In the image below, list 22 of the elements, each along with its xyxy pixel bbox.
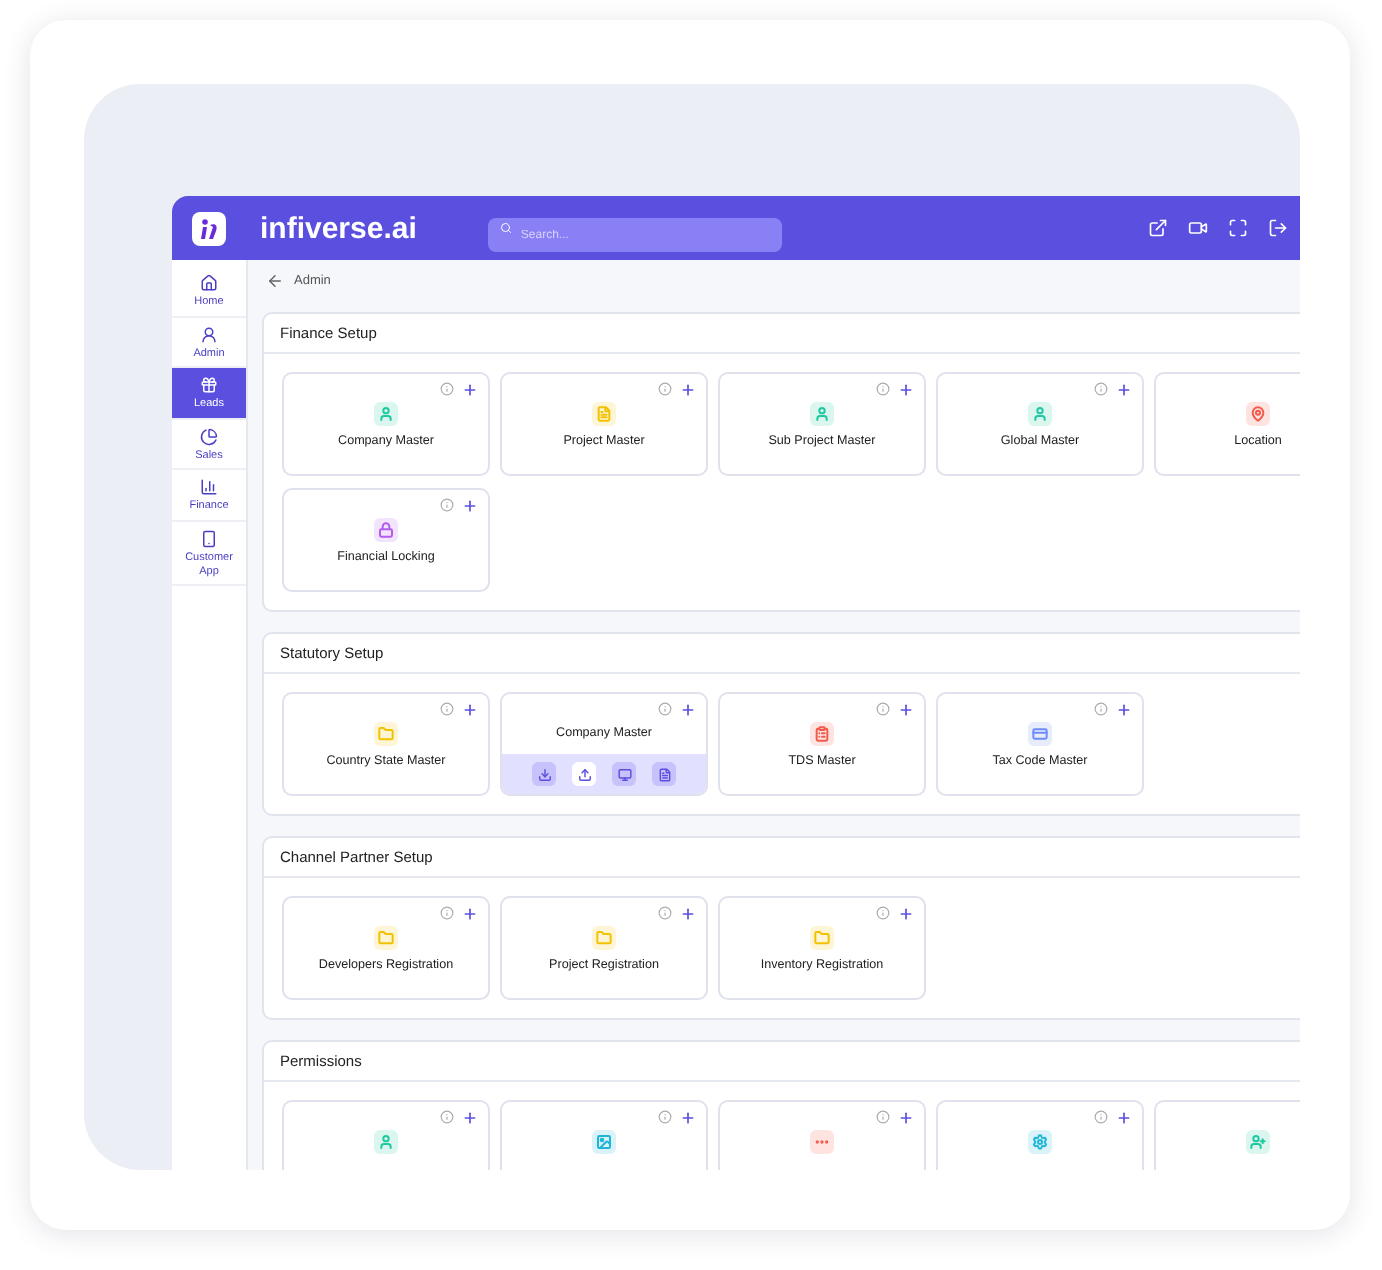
sales-icon (200, 427, 218, 446)
admin-icon (200, 325, 218, 344)
upload-icon (577, 767, 591, 781)
document-icon (657, 767, 671, 781)
download-button[interactable] (532, 762, 556, 786)
home-icon (200, 274, 218, 292)
finance-icon (200, 478, 218, 497)
logo-icon (192, 211, 226, 245)
fullscreen-icon[interactable] (1228, 218, 1248, 238)
download-icon (537, 767, 551, 781)
upload-button[interactable] (572, 762, 596, 786)
app-icon (200, 529, 218, 548)
screen-button[interactable] (612, 762, 636, 786)
back-icon[interactable] (266, 271, 284, 289)
screen-icon (617, 767, 631, 781)
document-button[interactable] (652, 762, 676, 786)
search-icon (500, 221, 513, 233)
external-link-icon[interactable] (1148, 218, 1168, 238)
leads-icon (200, 376, 218, 395)
video-icon[interactable] (1188, 218, 1208, 238)
logout-icon[interactable] (1268, 218, 1288, 238)
app-title: infiverse.ai (260, 211, 417, 245)
